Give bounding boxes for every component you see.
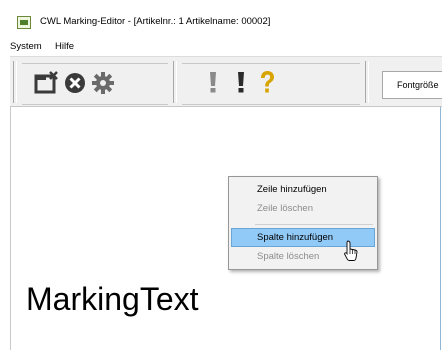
toolbar-grip[interactable]	[173, 61, 177, 103]
toolbar: Fontgröße	[10, 56, 442, 107]
fontsize-label: Fontgröße	[397, 80, 439, 90]
menu-bar: System Hilfe	[10, 38, 442, 56]
window-close-icon[interactable]	[34, 69, 60, 95]
app-icon	[17, 16, 31, 29]
window-title: CWL Marking-Editor - [Artikelnr.: 1 Arti…	[40, 16, 271, 27]
mouse-cursor-icon	[344, 240, 358, 262]
menu-hilfe[interactable]: Hilfe	[55, 41, 74, 52]
menu-system[interactable]: System	[10, 41, 42, 52]
exclamation-gray-icon[interactable]	[200, 69, 226, 95]
toolbar-grip[interactable]	[365, 61, 369, 103]
application-window: CWL Marking-Editor - [Artikelnr.: 1 Arti…	[10, 10, 442, 350]
toolbar-grip[interactable]	[13, 61, 17, 103]
question-mark-icon[interactable]	[254, 69, 280, 95]
context-menu-separator	[255, 224, 373, 225]
canvas-right-border	[440, 107, 441, 350]
cancel-circle-icon[interactable]	[62, 69, 88, 95]
fontsize-control[interactable]: Fontgröße	[382, 71, 442, 99]
marking-text[interactable]: MarkingText	[26, 281, 199, 318]
exclamation-black-icon[interactable]	[228, 69, 254, 95]
title-bar: CWL Marking-Editor - [Artikelnr.: 1 Arti…	[10, 10, 442, 38]
canvas-left-border	[10, 107, 11, 350]
gear-icon[interactable]	[90, 69, 116, 95]
context-menu-add-row[interactable]: Zeile hinzufügen	[231, 180, 375, 199]
context-menu-delete-row[interactable]: Zeile löschen	[231, 199, 375, 218]
